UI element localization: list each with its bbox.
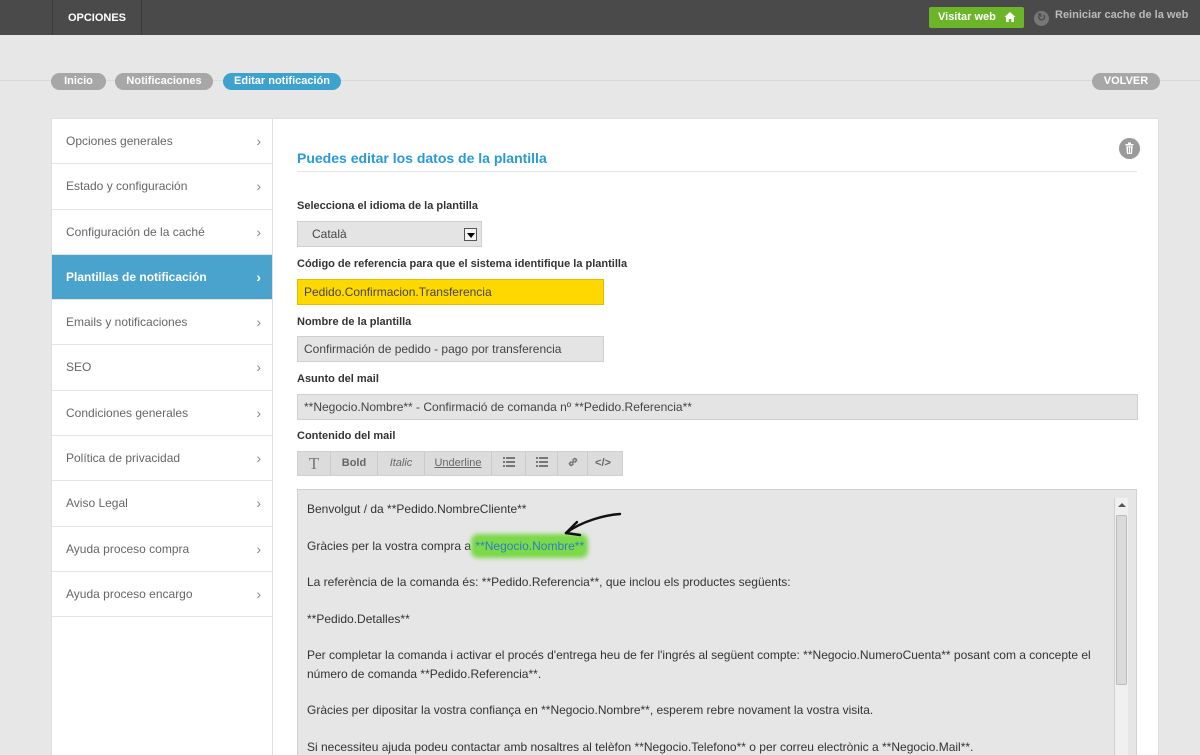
chevron-right-icon: › xyxy=(256,495,261,512)
editor-line-thanks: Gràcies per la vostra compra a **Negocio… xyxy=(307,536,1108,556)
chevron-right-icon: › xyxy=(256,133,261,149)
sidebar-item-aviso-legal[interactable]: Aviso Legal › xyxy=(52,481,272,527)
sidebar-item-opciones-generales[interactable]: Opciones generales › xyxy=(52,119,272,165)
annotation-arrow-icon xyxy=(564,512,622,537)
sidebar-item-label: Ayuda proceso encargo xyxy=(66,586,193,601)
sidebar-item-label: Configuración de la caché xyxy=(66,224,205,239)
link-button[interactable] xyxy=(558,452,588,475)
visit-web-button[interactable]: Visitar web xyxy=(929,7,1024,28)
edit-panel: Puedes editar los datos de la plantilla … xyxy=(273,118,1159,755)
sidebar-item-label: Plantillas de notificación xyxy=(66,269,207,284)
dropdown-arrow-icon[interactable] xyxy=(464,228,477,241)
editor-scrollbar[interactable] xyxy=(1114,498,1128,755)
thanks-prefix: Gràcies per la vostra compra a xyxy=(307,538,475,553)
sidebar-item-label: Condiciones generales xyxy=(66,405,189,420)
code-view-button[interactable]: </> xyxy=(588,452,618,475)
back-button[interactable]: VOLVER xyxy=(1092,73,1160,90)
editor-toolbar: T Bold Italic Underline </> xyxy=(297,451,623,476)
chevron-right-icon: › xyxy=(256,404,261,421)
chevron-right-icon: › xyxy=(256,223,261,240)
editor-line-greeting: Benvolgut / da **Pedido.NombreCliente** xyxy=(307,502,527,516)
sidebar-item-configuracion-cache[interactable]: Configuración de la caché › xyxy=(52,210,272,255)
reset-cache-label: Reiniciar cache de la web xyxy=(1055,9,1189,21)
chevron-right-icon: › xyxy=(256,359,261,376)
sidebar-item-estado-configuracion[interactable]: Estado y configuración › xyxy=(52,164,272,210)
italic-button[interactable]: Italic xyxy=(378,452,425,475)
link-icon xyxy=(568,457,577,467)
chevron-right-icon: › xyxy=(256,540,261,557)
chevron-right-icon: › xyxy=(256,450,261,467)
editor-line-reference: La referència de la comanda és: **Pedido… xyxy=(307,575,791,589)
chevron-right-icon: › xyxy=(256,314,261,331)
sidebar-item-politica-privacidad[interactable]: Política de privacidad › xyxy=(52,436,272,482)
sidebar-item-emails-notificaciones[interactable]: Emails y notificaciones › xyxy=(52,300,272,346)
language-label: Selecciona el idioma de la plantilla xyxy=(297,200,478,212)
name-label: Nombre de la plantilla xyxy=(297,316,412,328)
bold-button[interactable]: Bold xyxy=(331,452,378,475)
sidebar-item-label: Opciones generales xyxy=(66,134,173,148)
trash-icon[interactable] xyxy=(1119,138,1140,159)
breadcrumb-inicio[interactable]: Inicio xyxy=(51,73,106,90)
chevron-right-icon: › xyxy=(256,178,261,195)
ordered-list-button[interactable] xyxy=(526,452,558,475)
breadcrumb-notificaciones[interactable]: Notificaciones xyxy=(115,73,213,90)
sidebar: Opciones generales › Estado y configuraci… xyxy=(51,118,273,755)
scroll-up-icon[interactable] xyxy=(1118,503,1126,507)
content-label: Contenido del mail xyxy=(297,430,396,442)
editor-line-details: **Pedido.Detalles** xyxy=(307,611,410,626)
editor-line-help: Si necessiteu ajuda podeu contactar amb … xyxy=(307,739,974,754)
reset-cache-link[interactable]: ↻ Reiniciar cache de la web xyxy=(1034,9,1188,26)
editor-line-trust: Gràcies per dipositar la vostra confianç… xyxy=(307,703,874,717)
refresh-icon: ↻ xyxy=(1034,11,1049,26)
sidebar-item-ayuda-encargo[interactable]: Ayuda proceso encargo › xyxy=(52,572,272,618)
code-field[interactable]: Pedido.Confirmacion.Transferencia xyxy=(297,279,604,305)
sidebar-item-condiciones-generales[interactable]: Condiciones generales › xyxy=(52,391,272,437)
opciones-menu[interactable]: OPCIONES xyxy=(52,0,142,35)
subject-field[interactable]: **Negocio.Nombre** - Confirmació de coma… xyxy=(297,394,1138,420)
numbered-list-icon xyxy=(535,457,548,467)
sidebar-item-label: Política de privacidad xyxy=(66,451,181,466)
sidebar-item-ayuda-compra[interactable]: Ayuda proceso compra › xyxy=(52,527,272,572)
home-icon xyxy=(1004,12,1016,22)
sidebar-item-label: Ayuda proceso compra xyxy=(66,541,190,556)
bullet-list-icon xyxy=(502,457,515,467)
underline-button[interactable]: Underline xyxy=(425,452,492,475)
unordered-list-button[interactable] xyxy=(492,452,526,475)
page-title: Puedes editar los datos de la plantilla xyxy=(297,150,547,166)
title-divider xyxy=(297,171,1137,172)
chevron-right-icon: › xyxy=(256,268,261,285)
visit-web-label: Visitar web xyxy=(938,11,996,23)
sidebar-item-label: Aviso Legal xyxy=(66,496,128,511)
subject-label: Asunto del mail xyxy=(297,373,379,385)
breadcrumb-editar-notificacion[interactable]: Editar notificación xyxy=(223,73,341,90)
sidebar-item-label: Estado y configuración xyxy=(66,179,188,194)
mail-content-editor[interactable]: Benvolgut / da **Pedido.NombreCliente** … xyxy=(297,489,1137,755)
editor-line-payment: Per completar la comanda i activar el pr… xyxy=(307,648,1091,681)
text-format-icon[interactable]: T xyxy=(298,452,331,475)
language-value: Català xyxy=(312,227,347,241)
code-label: Código de referencia para que el sistema… xyxy=(297,258,628,270)
sidebar-item-plantillas-notificacion[interactable]: Plantillas de notificación › xyxy=(52,254,272,301)
name-field[interactable]: Confirmación de pedido - pago por transf… xyxy=(297,336,604,362)
chevron-right-icon: › xyxy=(256,585,261,602)
sidebar-item-seo[interactable]: SEO › xyxy=(52,345,272,391)
scrollbar-thumb[interactable] xyxy=(1116,515,1127,685)
language-select[interactable]: Català xyxy=(297,221,482,247)
top-bar: OPCIONES Visitar web ↻ Reiniciar cache de… xyxy=(0,0,1200,35)
sidebar-item-label: Emails y notificaciones xyxy=(66,315,188,330)
sidebar-item-label: SEO xyxy=(66,360,92,375)
